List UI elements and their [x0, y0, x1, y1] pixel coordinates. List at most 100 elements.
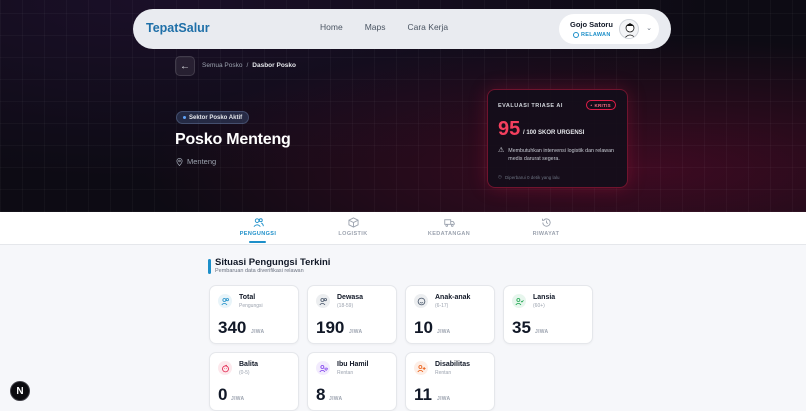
clock-icon: ◷	[498, 174, 502, 179]
baby-icon	[218, 361, 232, 375]
urgency-score-suffix: / 100 SKOR URGENSI	[523, 130, 585, 136]
stat-unit: JIWA	[437, 329, 451, 335]
stat-unit: JIWA	[437, 396, 451, 402]
triage-warning: ⚠ Membutuhkan intervensi logistik dan re…	[498, 147, 618, 163]
user-heart-icon	[316, 361, 330, 375]
stat-title: Anak-anak	[435, 294, 471, 301]
status-dot-icon	[183, 116, 186, 119]
stat-card-balita: Balita (0-5) 0 JIWA	[209, 352, 299, 411]
stat-subtitle: (0-5)	[239, 370, 250, 376]
stat-card-ibu-hamil: Ibu Hamil Rentan 8 JIWA	[307, 352, 397, 411]
users-icon	[218, 294, 232, 308]
stat-value: 0	[218, 385, 228, 404]
triage-updated-text: Diperbarui 0 detik yang lalu	[504, 174, 560, 180]
tab-bar: PENGUNGSI LOGISTIK KEDATANGAN RIWAYAT	[0, 212, 806, 245]
triage-updated: ◷ Diperbarui 0 detik yang lalu	[498, 174, 559, 180]
stat-subtitle: (18-59)	[337, 303, 354, 309]
user-menu[interactable]: Gojo Satoru RELAWAN ⌄	[559, 14, 659, 44]
stat-subtitle: (6-17)	[435, 303, 449, 309]
stat-value: 340	[218, 318, 247, 337]
stat-value: 35	[512, 318, 531, 337]
tab-pengungsi[interactable]: PENGUNGSI	[228, 217, 288, 237]
sector-status-label: Sektor Posko Aktif	[189, 114, 243, 121]
tab-kedatangan[interactable]: KEDATANGAN	[419, 217, 479, 237]
tab-label: LOGISTIK	[338, 231, 368, 237]
stat-value: 11	[414, 385, 432, 404]
users-icon	[316, 294, 330, 308]
stat-value: 8	[316, 385, 326, 404]
kritis-badge: • KRITIS	[585, 100, 616, 110]
user-role-label: RELAWAN	[581, 32, 611, 38]
location: Menteng	[176, 157, 216, 166]
dev-tools-button[interactable]: N	[10, 381, 30, 401]
kritis-label: KRITIS	[594, 102, 611, 108]
arrow-left-icon: ←	[180, 60, 190, 72]
triage-warning-text: Membutuhkan intervensi logistik dan rela…	[508, 148, 614, 162]
history-icon	[541, 218, 551, 227]
stat-subtitle: Rentan	[435, 370, 452, 376]
smile-icon	[414, 294, 428, 308]
tab-label: PENGUNGSI	[239, 231, 277, 237]
stat-subtitle: (60+)	[533, 303, 545, 309]
truck-icon	[443, 219, 455, 227]
user-check-icon	[512, 294, 526, 308]
stat-subtitle: Pengungsi	[239, 303, 263, 309]
stat-subtitle: Rentan	[337, 370, 354, 376]
triage-label: EVALUASI TRIASE AI	[498, 103, 563, 109]
navbar: TepatSalur Home Maps Cara Kerja Gojo Sat…	[133, 9, 671, 49]
user-role-badge: RELAWAN	[573, 32, 611, 38]
nav-links: Home Maps Cara Kerja	[320, 22, 470, 32]
avatar-illustration	[624, 23, 636, 38]
stat-unit: JIWA	[251, 329, 265, 335]
breadcrumb-separator: /	[246, 62, 249, 69]
urgency-score: 95	[498, 118, 521, 140]
stat-card-lansia: Lansia (60+) 35 JIWA	[503, 285, 593, 344]
section-accent-bar	[208, 259, 211, 274]
tab-riwayat[interactable]: RIWAYAT	[516, 217, 576, 237]
breadcrumb-current: Dasbor Posko	[252, 62, 296, 69]
stat-title: Balita	[239, 361, 259, 368]
stat-card-dewasa: Dewasa (18-59) 190 JIWA	[307, 285, 397, 344]
tab-logistik[interactable]: LOGISTIK	[323, 217, 383, 237]
triage-card: EVALUASI TRIASE AI • KRITIS 95 / 100 SKO…	[487, 89, 628, 188]
stat-card-disabilitas: Disabilitas Rentan 11 JIWA	[405, 352, 495, 411]
alert-dot-icon: •	[590, 102, 593, 108]
stat-value: 190	[316, 318, 345, 337]
stat-unit: JIWA	[535, 329, 549, 335]
map-pin-icon	[176, 157, 183, 166]
stat-unit: JIWA	[349, 329, 363, 335]
avatar	[619, 19, 639, 39]
sector-status-badge: Sektor Posko Aktif	[176, 111, 250, 124]
user-name: Gojo Satoru	[570, 20, 613, 29]
section-title: Situasi Pengungsi Terkini	[215, 257, 331, 268]
nav-link-maps[interactable]: Maps	[365, 22, 386, 32]
stat-title: Disabilitas	[435, 361, 471, 368]
stat-card-anak-anak: Anak-anak (6-17) 10 JIWA	[405, 285, 495, 344]
chevron-down-icon: ⌄	[646, 25, 652, 32]
check-circle-icon	[573, 32, 579, 38]
brand-logo[interactable]: TepatSalur	[146, 21, 210, 35]
stat-unit: JIWA	[329, 396, 343, 402]
tab-label: RIWAYAT	[532, 231, 560, 237]
stat-title: Ibu Hamil	[337, 361, 369, 368]
location-label: Menteng	[187, 157, 217, 166]
page-title: Posko Menteng	[175, 131, 291, 148]
section-subtitle: Pembaruan data diverifikasi relawan	[215, 268, 304, 274]
stat-title: Lansia	[533, 294, 556, 301]
nav-link-cara-kerja[interactable]: Cara Kerja	[407, 22, 448, 32]
stat-unit: JIWA	[231, 396, 245, 402]
breadcrumb-root[interactable]: Semua Posko	[202, 62, 242, 69]
warning-triangle-icon: ⚠	[498, 147, 505, 154]
tab-label: KEDATANGAN	[427, 231, 471, 237]
box-icon	[347, 217, 359, 228]
stat-value: 10	[414, 318, 433, 337]
nav-link-home[interactable]: Home	[320, 22, 343, 32]
breadcrumb: Semua Posko / Dasbor Posko	[202, 62, 296, 69]
back-button[interactable]: ←	[175, 56, 195, 76]
stat-title: Total	[239, 294, 256, 301]
stat-title: Dewasa	[337, 294, 364, 301]
active-tab-indicator	[249, 241, 266, 243]
accessibility-icon	[414, 361, 428, 375]
stat-card-total: Total Pengungsi 340 JIWA	[209, 285, 299, 344]
users-icon	[253, 218, 264, 227]
